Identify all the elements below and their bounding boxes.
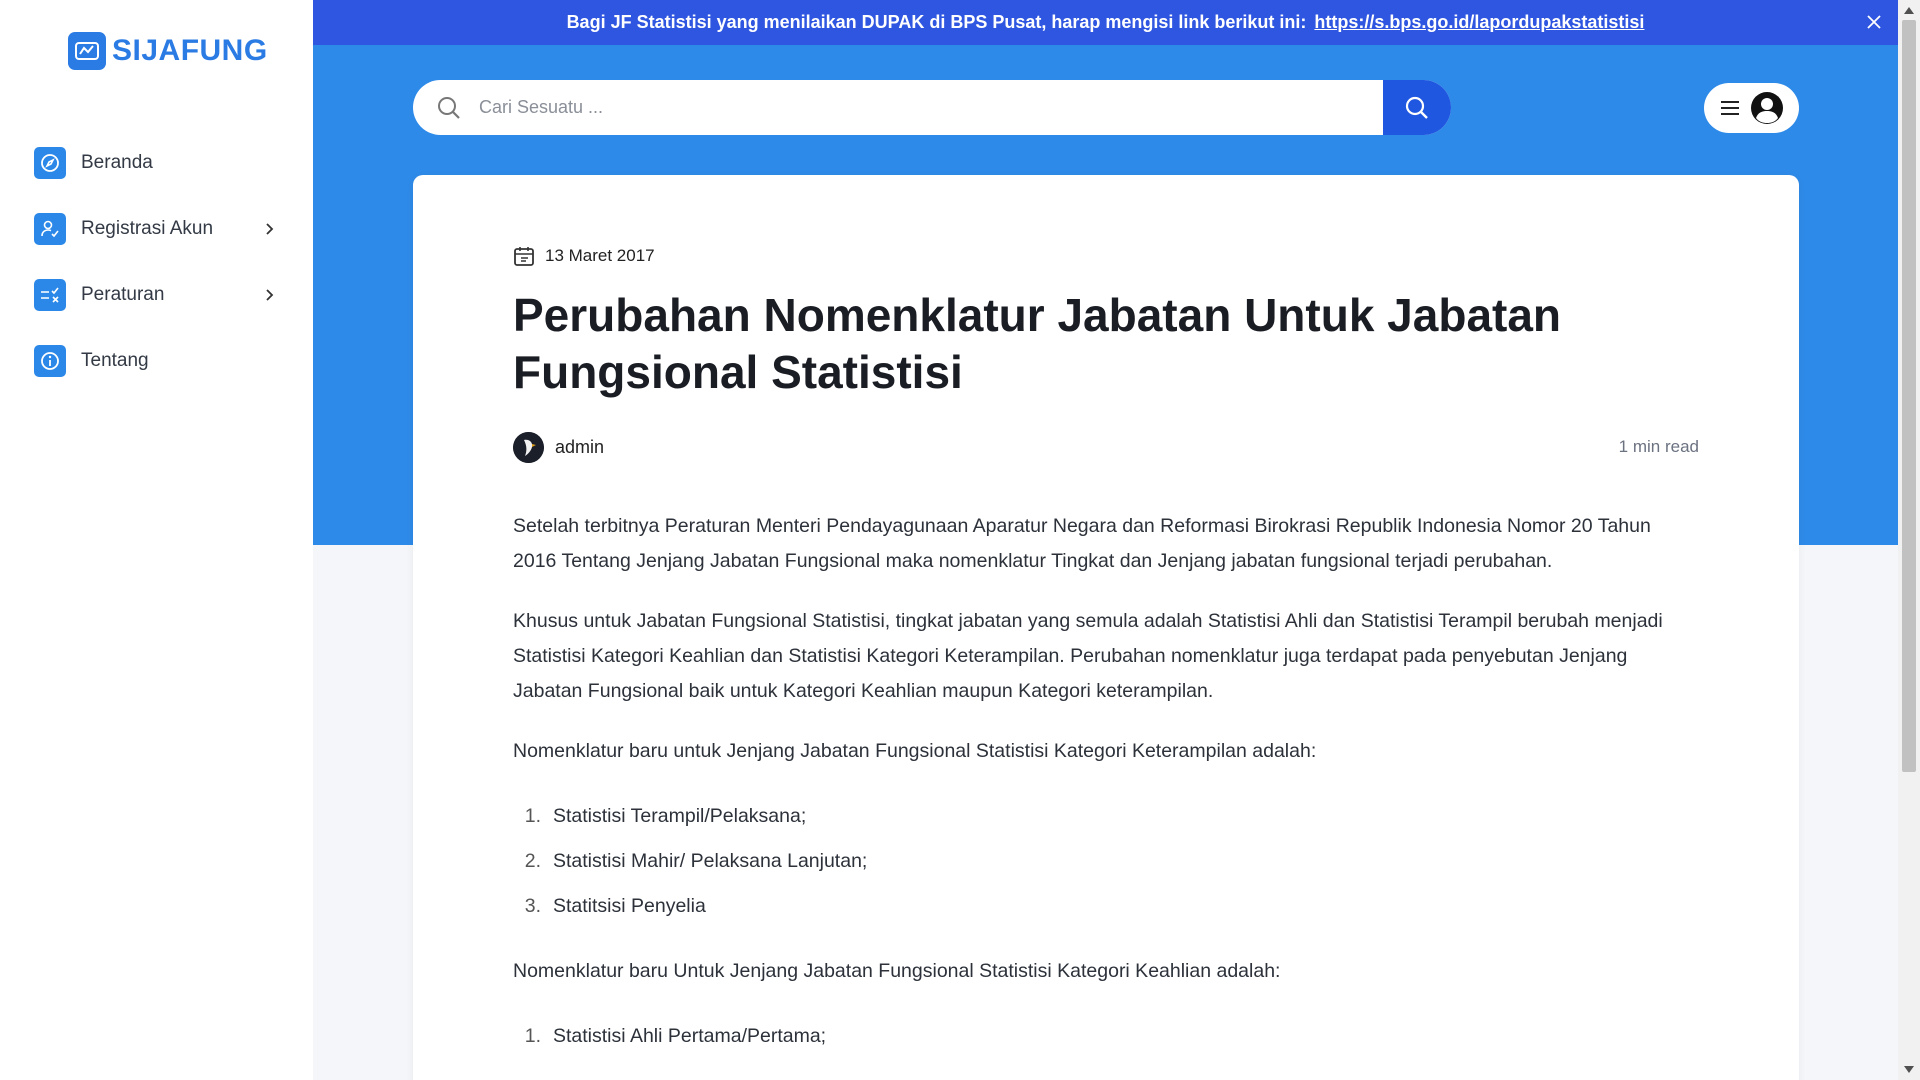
article-date: 13 Maret 2017 bbox=[513, 245, 1699, 267]
list-number: 1. bbox=[524, 805, 541, 827]
list-item: 2. Statistisi Mahir/ Pelaksana Lanjutan; bbox=[513, 839, 1699, 884]
list-item: 3. Statitsisi Penyelia bbox=[513, 884, 1699, 929]
sidebar-item-peraturan[interactable]: Peraturan bbox=[34, 262, 284, 328]
user-check-icon bbox=[34, 213, 66, 245]
read-time: 1 min read bbox=[1618, 437, 1699, 456]
user-avatar-icon bbox=[1750, 92, 1783, 124]
sidebar-nav: Beranda Registrasi Akun Peraturan Tentan… bbox=[34, 130, 284, 394]
article-paragraph: Khusus untuk Jabatan Fungsional Statisti… bbox=[513, 610, 1663, 702]
sidebar-item-tentang[interactable]: Tentang bbox=[34, 328, 284, 394]
sidebar: SIJAFUNG Beranda Registrasi Akun Peratur… bbox=[0, 0, 313, 1080]
notice-text: Bagi JF Statistisi yang menilaikan DUPAK… bbox=[566, 12, 1307, 32]
page-scrollbar[interactable] bbox=[1898, 0, 1920, 1080]
list-number: 2. bbox=[524, 850, 541, 872]
checklist-icon bbox=[34, 279, 66, 311]
article-title: Perubahan Nomenklatur Jabatan Untuk Jaba… bbox=[513, 289, 1562, 398]
list-text: Statistisi Mahir/ Pelaksana Lanjutan; bbox=[553, 850, 868, 872]
list-item: 1. Statistisi Ahli Pertama/Pertama; bbox=[513, 1014, 1699, 1059]
list-number: 1. bbox=[524, 1025, 541, 1047]
scrollbar-thumb[interactable] bbox=[1902, 20, 1916, 772]
article-body: Setelah terbitnya Peraturan Menteri Pend… bbox=[513, 509, 1699, 1059]
article-meta: admin 1 min read bbox=[513, 431, 1699, 463]
notice-bar: Bagi JF Statistisi yang menilaikan DUPAK… bbox=[313, 0, 1898, 45]
chevron-right-icon bbox=[266, 289, 274, 301]
logo-mark-icon bbox=[68, 32, 106, 70]
app-logo[interactable]: SIJAFUNG bbox=[68, 32, 268, 70]
article-paragraph: Nomenklatur baru untuk Jenjang Jabatan F… bbox=[513, 740, 1317, 762]
author-name[interactable]: admin bbox=[555, 437, 1619, 458]
notice-link[interactable]: https://s.bps.go.id/lapordupakstatistisi bbox=[1314, 12, 1644, 33]
date-text: 13 Maret 2017 bbox=[545, 246, 655, 265]
list-keahlian: 1. Statistisi Ahli Pertama/Pertama; bbox=[513, 1014, 1699, 1059]
search-icon bbox=[1405, 96, 1428, 119]
list-number: 3. bbox=[524, 895, 541, 917]
article-content: 13 Maret 2017 Perubahan Nomenklatur Jaba… bbox=[513, 245, 1699, 1080]
search-bar bbox=[413, 80, 1451, 135]
list-keterampilan: 1. Statistisi Terampil/Pelaksana; 2. Sta… bbox=[513, 794, 1699, 929]
calendar-icon bbox=[514, 247, 534, 266]
author-avatar[interactable] bbox=[513, 431, 544, 463]
article-paragraph: Nomenklatur baru Untuk Jenjang Jabatan F… bbox=[513, 960, 1281, 982]
scroll-down-arrow-icon[interactable] bbox=[1904, 1066, 1914, 1074]
sidebar-item-label: Beranda bbox=[81, 152, 153, 173]
sidebar-item-label: Registrasi Akun bbox=[81, 218, 214, 239]
search-button[interactable] bbox=[1383, 80, 1451, 135]
list-text: Statistisi Terampil/Pelaksana; bbox=[553, 805, 807, 827]
article-card: 13 Maret 2017 Perubahan Nomenklatur Jaba… bbox=[413, 175, 1799, 1080]
info-icon bbox=[34, 345, 66, 377]
hamburger-menu-icon bbox=[1720, 101, 1739, 115]
sidebar-item-registrasi-akun[interactable]: Registrasi Akun bbox=[34, 196, 284, 262]
article-paragraph: Setelah terbitnya Peraturan Menteri Pend… bbox=[513, 515, 1651, 572]
sidebar-item-label: Peraturan bbox=[81, 284, 165, 305]
list-text: Statistisi Ahli Pertama/Pertama; bbox=[553, 1025, 827, 1047]
chevron-right-icon bbox=[266, 223, 274, 235]
compass-icon bbox=[34, 147, 66, 179]
user-menu-button[interactable] bbox=[1704, 83, 1799, 133]
sidebar-item-beranda[interactable]: Beranda bbox=[34, 130, 284, 196]
search-icon bbox=[419, 95, 479, 121]
list-text: Statitsisi Penyelia bbox=[553, 895, 706, 917]
list-item: 1. Statistisi Terampil/Pelaksana; bbox=[513, 794, 1699, 839]
logo-text: SIJAFUNG bbox=[112, 34, 268, 67]
sidebar-item-label: Tentang bbox=[81, 350, 149, 371]
scroll-up-arrow-icon[interactable] bbox=[1904, 6, 1914, 14]
search-input[interactable] bbox=[479, 80, 1383, 135]
close-icon[interactable] bbox=[1864, 12, 1884, 32]
